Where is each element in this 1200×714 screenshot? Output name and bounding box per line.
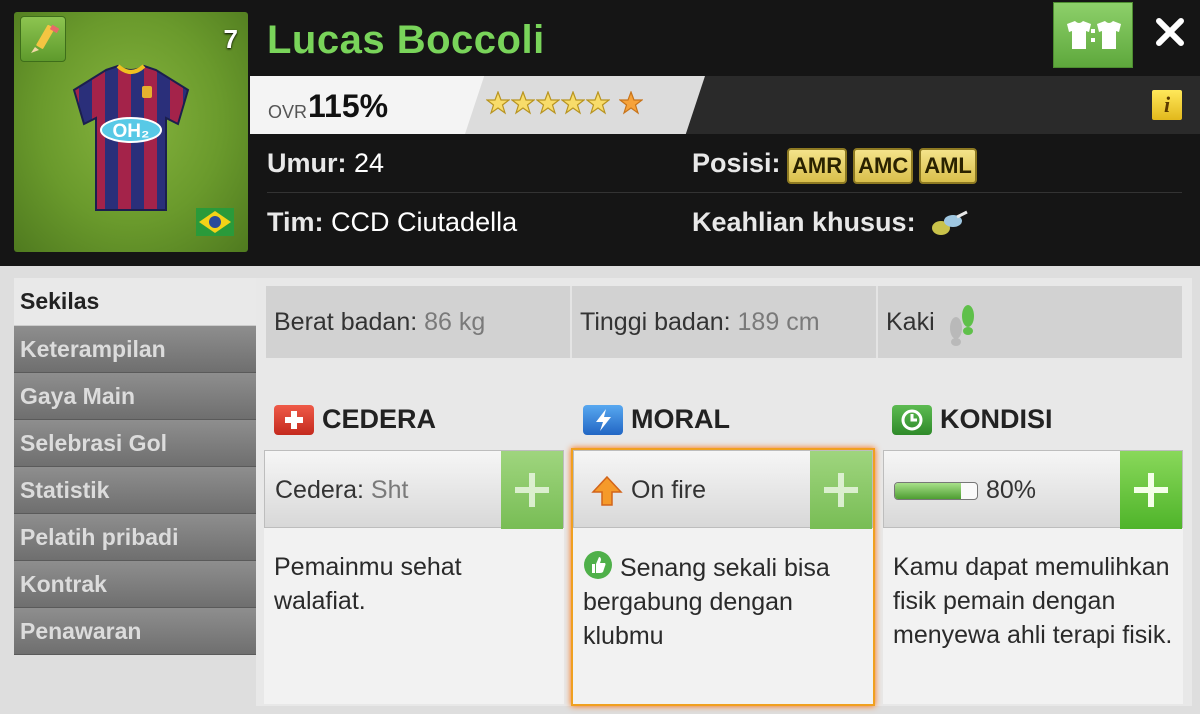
star-icon xyxy=(561,91,585,115)
team-value: CCD Ciutadella xyxy=(331,207,518,237)
lightning-icon xyxy=(583,404,623,435)
condition-progress-bar xyxy=(894,482,978,500)
team-row: Tim: CCD Ciutadella xyxy=(267,207,517,238)
injury-status-bar: Cedera: Sht xyxy=(264,450,564,529)
sidebar-item-statistik[interactable]: Statistik xyxy=(14,467,256,514)
team-label: Tim: xyxy=(267,207,324,237)
morale-description: Senang sekali bisa bergabung dengan klub… xyxy=(583,550,868,653)
foot-stat: Kaki xyxy=(878,286,1182,358)
age-label: Umur: xyxy=(267,148,347,178)
foot-label: Kaki xyxy=(886,308,935,336)
morale-card: On fire Senang sekali bisa bergabung den… xyxy=(573,450,873,704)
condition-description: Kamu dapat memulihkan fisik pemain denga… xyxy=(893,553,1173,649)
star-icon xyxy=(511,91,535,115)
content-area: Sekilas Keterampilan Gaya Main Selebrasi… xyxy=(0,266,1200,714)
star-icon xyxy=(536,91,560,115)
ovr-band: OVR 115% i xyxy=(250,76,1200,134)
up-arrow-icon xyxy=(591,476,623,507)
thumbs-up-icon xyxy=(584,551,612,579)
star-icon xyxy=(619,91,643,115)
position-badge: AMR xyxy=(787,148,848,184)
ovr-label: OVR xyxy=(268,102,308,122)
plus-icon xyxy=(824,473,858,507)
height-value: 189 cm xyxy=(737,308,820,336)
ovr-value: 115% xyxy=(308,88,389,124)
kit-swap-icon xyxy=(1067,21,1121,49)
sidebar-item-selebrasi-gol[interactable]: Selebrasi Gol xyxy=(14,420,256,467)
condition-status-bar: 80% xyxy=(883,450,1183,529)
medical-cross-icon xyxy=(274,404,314,435)
injury-plus-button[interactable] xyxy=(501,451,563,529)
condition-plus-button[interactable] xyxy=(1120,451,1182,529)
sidebar-item-penawaran[interactable]: Penawaran xyxy=(14,608,256,655)
morale-description-text: Senang sekali bisa bergabung dengan klub… xyxy=(583,554,830,650)
plus-icon xyxy=(1134,473,1168,507)
player-header: 7 OH₂ Lucas Boccoli OVR 115% i Umur: 24 … xyxy=(0,0,1200,266)
clock-icon xyxy=(892,404,932,435)
injury-card: Cedera: Sht Pemainmu sehat walafiat. xyxy=(264,450,564,704)
info-button[interactable]: i xyxy=(1152,90,1182,120)
sidebar: Sekilas Keterampilan Gaya Main Selebrasi… xyxy=(14,278,256,655)
pencil-icon xyxy=(31,24,60,53)
condition-card: 80% Kamu dapat memulihkan fisik pemain d… xyxy=(883,450,1183,704)
age-value: 24 xyxy=(354,148,385,178)
morale-status-bar: On fire xyxy=(573,450,873,529)
sidebar-item-gaya-main[interactable]: Gaya Main xyxy=(14,373,256,420)
injury-status-label: Cedera: xyxy=(275,476,364,504)
height-stat: Tinggi badan: 189 cm xyxy=(572,286,878,358)
weight-stat: Berat badan: 86 kg xyxy=(266,286,572,358)
weight-value: 86 kg xyxy=(424,308,486,336)
sidebar-item-sekilas[interactable]: Sekilas xyxy=(14,278,256,326)
age-row: Umur: 24 xyxy=(267,148,384,179)
special-row: Keahlian khusus: xyxy=(692,207,969,239)
morale-header: MORAL xyxy=(583,404,730,435)
morale-title: MORAL xyxy=(631,404,730,434)
physical-stats: Berat badan: 86 kg Tinggi badan: 189 cm … xyxy=(266,286,1182,358)
sponsor-text: OH₂ xyxy=(113,121,150,142)
jersey-image: OH₂ xyxy=(72,64,190,211)
special-label: Keahlian khusus: xyxy=(692,207,916,237)
close-button[interactable] xyxy=(1150,12,1190,52)
condition-header: KONDISI xyxy=(892,404,1053,435)
overview-panel: Berat badan: 86 kg Tinggi badan: 189 cm … xyxy=(256,278,1192,706)
morale-status-value: On fire xyxy=(630,476,706,504)
feet-icon xyxy=(949,305,974,347)
morale-plus-button[interactable] xyxy=(810,451,872,529)
special-skill-icon[interactable] xyxy=(929,209,969,239)
injury-title: CEDERA xyxy=(322,404,437,434)
jersey-number: 7 xyxy=(223,24,238,54)
position-badge: AMC xyxy=(853,148,914,184)
sidebar-item-kontrak[interactable]: Kontrak xyxy=(14,561,256,608)
injury-status-value: Sht xyxy=(370,476,409,504)
weight-label: Berat badan: xyxy=(274,308,418,336)
position-row: Posisi: xyxy=(692,148,781,179)
sidebar-item-pelatih-pribadi[interactable]: Pelatih pribadi xyxy=(14,514,256,561)
height-label: Tinggi badan: xyxy=(580,308,731,336)
star-rating xyxy=(486,91,643,115)
close-icon xyxy=(1156,18,1184,46)
star-icon xyxy=(486,91,510,115)
position-badges: AMR AMC AML xyxy=(787,148,977,184)
condition-title: KONDISI xyxy=(940,404,1053,434)
player-name: Lucas Boccoli xyxy=(267,18,545,62)
brazil-flag-icon xyxy=(196,208,234,236)
kit-swap-button[interactable] xyxy=(1053,2,1133,68)
player-portrait: 7 OH₂ xyxy=(14,12,248,252)
position-label: Posisi: xyxy=(692,148,781,178)
plus-icon xyxy=(515,473,549,507)
condition-percent: 80% xyxy=(986,476,1037,504)
condition-progress-fill xyxy=(895,483,961,499)
sidebar-item-keterampilan[interactable]: Keterampilan xyxy=(14,326,256,373)
star-icon xyxy=(586,91,610,115)
injury-header: CEDERA xyxy=(274,404,436,435)
edit-button[interactable] xyxy=(20,16,66,62)
injury-description: Pemainmu sehat walafiat. xyxy=(274,553,462,615)
position-badge: AML xyxy=(919,148,977,184)
